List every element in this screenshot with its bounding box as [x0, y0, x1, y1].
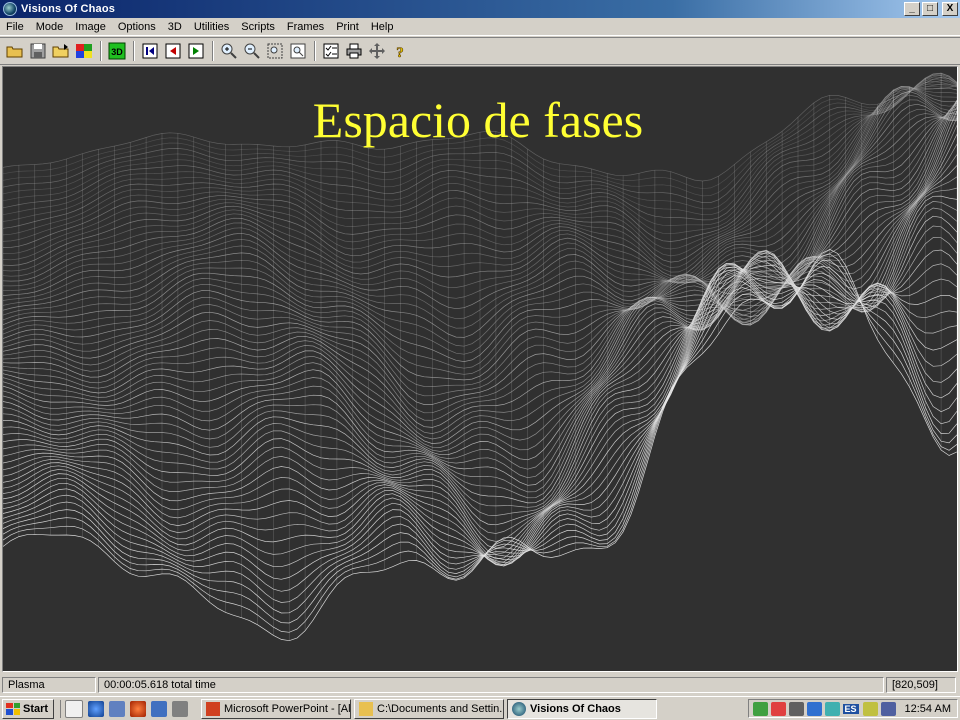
- menu-scripts[interactable]: Scripts: [235, 21, 281, 33]
- menu-frames[interactable]: Frames: [281, 21, 330, 33]
- settings-checklist-icon[interactable]: [320, 40, 342, 62]
- open-folder-icon[interactable]: [4, 40, 26, 62]
- visions-of-chaos-icon: [512, 701, 526, 716]
- toolbar-separator: [212, 41, 214, 61]
- internet-explorer-icon[interactable]: [88, 700, 104, 717]
- clock: 12:54 AM: [904, 702, 951, 715]
- menu-3d[interactable]: 3D: [162, 21, 188, 33]
- status-mode: Plasma: [2, 677, 96, 693]
- display-icon[interactable]: [880, 701, 896, 716]
- menu-file[interactable]: File: [0, 21, 30, 33]
- language-indicator[interactable]: ES: [842, 703, 859, 714]
- next-frame-icon[interactable]: [185, 40, 207, 62]
- status-bar: Plasma 00:00:05.618 total time [820,509]: [0, 674, 960, 696]
- task-label: C:\Documents and Settin...: [377, 702, 504, 715]
- save-icon[interactable]: [27, 40, 49, 62]
- open-icon[interactable]: [50, 40, 72, 62]
- application-icon[interactable]: [172, 700, 188, 717]
- status-coords: [820,509]: [886, 677, 956, 693]
- task-powerpoint[interactable]: Microsoft PowerPoint - [Al...: [201, 698, 351, 719]
- move-icon[interactable]: [366, 40, 388, 62]
- menu-options[interactable]: Options: [112, 21, 162, 33]
- 3d-icon[interactable]: 3D: [106, 40, 128, 62]
- help-icon[interactable]: ?: [389, 40, 411, 62]
- quick-launch: [60, 699, 193, 718]
- menu-bar: File Mode Image Options 3D Utilities Scr…: [0, 18, 960, 36]
- task-label: Visions Of Chaos: [530, 702, 621, 715]
- svg-text:?: ?: [396, 45, 404, 60]
- messenger-icon[interactable]: [806, 701, 822, 716]
- svg-text:3D: 3D: [111, 47, 123, 57]
- system-tray: ES 12:54 AM: [747, 699, 958, 718]
- app-icon[interactable]: [3, 2, 17, 16]
- slide-title: Espacio de fases: [312, 92, 644, 148]
- toolbar-separator: [100, 41, 102, 61]
- status-time: 00:00:05.618 total time: [98, 677, 884, 693]
- toolbar-separator: [314, 41, 316, 61]
- close-button[interactable]: X: [942, 2, 958, 16]
- toolbar-separator: [133, 41, 135, 61]
- palette-icon[interactable]: [73, 40, 95, 62]
- previous-frame-icon[interactable]: [162, 40, 184, 62]
- zoom-out-icon[interactable]: [241, 40, 263, 62]
- updates-icon[interactable]: [824, 701, 840, 716]
- menu-help[interactable]: Help: [365, 21, 400, 33]
- task-visions-of-chaos[interactable]: Visions Of Chaos: [507, 698, 657, 719]
- zoom-reset-icon[interactable]: [287, 40, 309, 62]
- menu-mode[interactable]: Mode: [30, 21, 70, 33]
- wireframe-terrain: [3, 72, 957, 642]
- network-icon[interactable]: [752, 701, 768, 716]
- first-frame-icon[interactable]: [139, 40, 161, 62]
- window-title: Visions Of Chaos: [21, 3, 116, 15]
- minimize-button[interactable]: _: [904, 2, 920, 16]
- title-bar[interactable]: Visions Of Chaos _ □ X: [0, 0, 960, 18]
- volume-icon[interactable]: [862, 701, 878, 716]
- folder-icon: [359, 701, 373, 716]
- outlook-icon[interactable]: [109, 700, 125, 717]
- tray-app-icon[interactable]: [788, 701, 804, 716]
- windows-flag-icon: [6, 702, 20, 715]
- menu-utilities[interactable]: Utilities: [188, 21, 235, 33]
- task-explorer[interactable]: C:\Documents and Settin...: [354, 698, 504, 719]
- antivirus-icon[interactable]: [770, 701, 786, 716]
- print-icon[interactable]: [343, 40, 365, 62]
- maximize-button[interactable]: □: [922, 2, 938, 16]
- menu-image[interactable]: Image: [69, 21, 112, 33]
- toolbar: 3D ?: [0, 37, 960, 65]
- media-player-icon[interactable]: [130, 700, 146, 717]
- zoom-box-icon[interactable]: [264, 40, 286, 62]
- start-label: Start: [23, 702, 49, 715]
- render-canvas[interactable]: [2, 66, 958, 672]
- start-button[interactable]: Start: [2, 698, 54, 719]
- word-icon[interactable]: [151, 700, 167, 717]
- taskbar: Start Microsoft PowerPoint - [Al... C:\D…: [0, 696, 960, 720]
- show-desktop-icon[interactable]: [65, 699, 83, 718]
- powerpoint-icon: [206, 701, 220, 716]
- window-controls: _ □ X: [904, 2, 958, 16]
- zoom-in-icon[interactable]: [218, 40, 240, 62]
- menu-print[interactable]: Print: [330, 21, 365, 33]
- task-label: Microsoft PowerPoint - [Al...: [224, 702, 351, 715]
